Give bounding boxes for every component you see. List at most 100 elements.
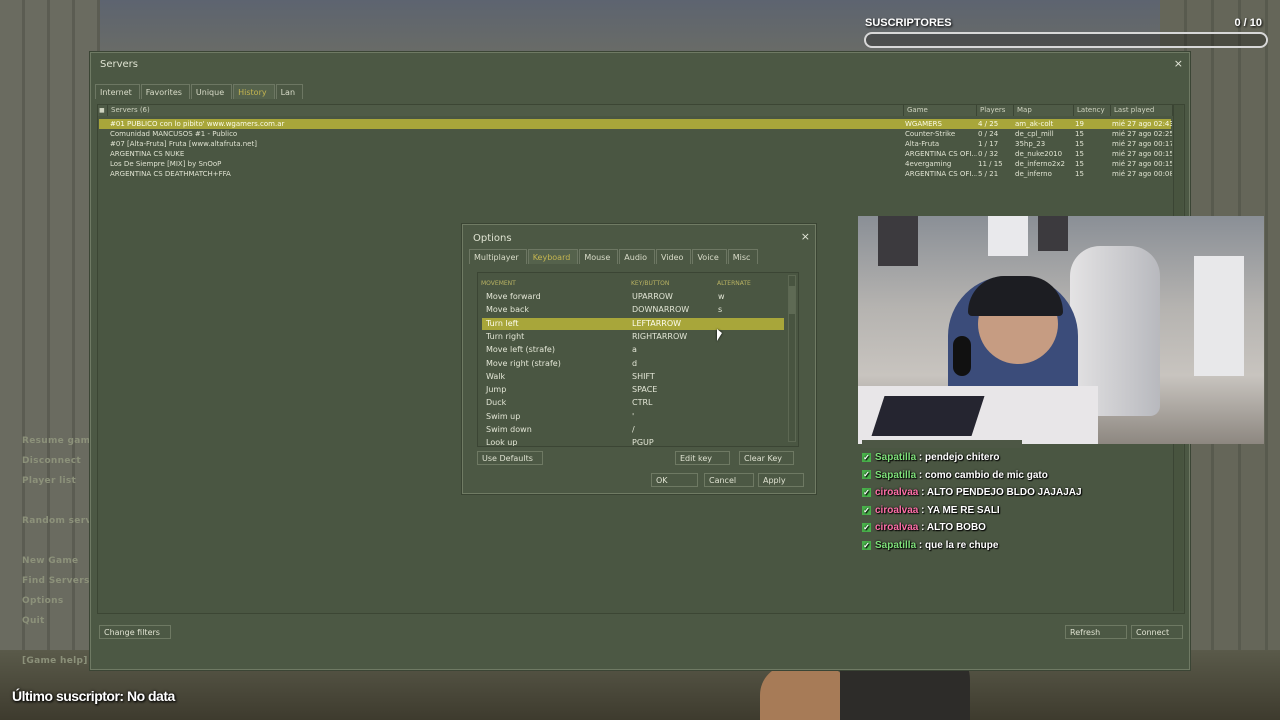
server-row[interactable]: #07 [Alta-Fruta] Fruta [www.altafruta.ne… [99, 139, 1172, 149]
tab-video[interactable]: Video [656, 249, 692, 264]
server-last-played: mié 27 ago 00:08 [1112, 170, 1172, 178]
chat-message: ✓ ciroalvaa : YA ME RE SALI [862, 505, 1000, 519]
server-row[interactable]: ARGENTINA CS NUKE ARGENTINA CS OFI... 0 / … [99, 149, 1172, 159]
menu-resume-game[interactable]: Resume game [22, 436, 97, 446]
menu-new-game[interactable]: New Game [22, 556, 78, 566]
change-filters-button[interactable]: Change filters [99, 625, 171, 639]
servers-close-icon[interactable]: × [1174, 57, 1183, 70]
connect-button[interactable]: Connect [1131, 625, 1183, 639]
key-binding-row[interactable]: Move left (strafe) a [482, 344, 784, 356]
column-header-servers[interactable]: Servers (6) [108, 105, 904, 116]
server-game: Counter-Strike [905, 130, 956, 138]
key-binding-row[interactable]: Move forward UPARROW w [482, 291, 784, 303]
server-latency: 15 [1075, 170, 1084, 178]
server-latency: 15 [1075, 130, 1084, 138]
server-name: #01 PUBLICO con lo pibito' www.wgamers.c… [110, 120, 285, 128]
server-name: Los De Siempre [MIX] by SnOoP [110, 160, 222, 168]
key-binding-row[interactable]: Walk SHIFT [482, 371, 784, 383]
cancel-button[interactable]: Cancel [704, 473, 754, 487]
server-row[interactable]: Comunidad MANCUSOS #1 - Publico Counter-S… [99, 129, 1172, 139]
menu-game-help[interactable]: [Game help] [22, 656, 88, 666]
clear-key-button[interactable]: Clear Key [739, 451, 794, 465]
binding-key: UPARROW [632, 292, 673, 301]
server-row[interactable]: ARGENTINA CS DEATHMATCH+FFA ARGENTINA CS … [99, 169, 1172, 179]
options-close-icon[interactable]: × [801, 230, 810, 243]
cabinet [1194, 256, 1244, 376]
menu-player-list[interactable]: Player list [22, 476, 76, 486]
apply-button[interactable]: Apply [758, 473, 804, 487]
key-binding-row[interactable]: Swim up ' [482, 411, 784, 423]
menu-disconnect[interactable]: Disconnect [22, 456, 81, 466]
binding-key: LEFTARROW [632, 318, 682, 328]
server-latency: 15 [1075, 160, 1084, 168]
chat-username: Sapatilla [875, 452, 917, 463]
menu-options[interactable]: Options [22, 596, 64, 606]
lock-column-header[interactable]: ■ [98, 105, 108, 116]
column-header-latency[interactable]: Latency [1074, 105, 1111, 116]
tab-keyboard[interactable]: Keyboard [527, 249, 579, 264]
tab-voice[interactable]: Voice [692, 249, 727, 264]
chat-text: pendejo chitero [925, 452, 1000, 463]
menu-find-servers[interactable]: Find Servers [22, 576, 90, 586]
wall-poster [1038, 216, 1068, 251]
server-last-played: mié 27 ago 02:43 [1112, 120, 1172, 128]
server-name: #07 [Alta-Fruta] Fruta [www.altafruta.ne… [110, 140, 257, 148]
key-binding-row[interactable]: Duck CTRL [482, 397, 784, 409]
key-binding-row[interactable]: Turn left LEFTARROW [482, 317, 784, 330]
chat-badge-icon: ✓ [862, 523, 871, 533]
options-dialog: Options × Multiplayer Keyboard Mouse Aud… [462, 224, 816, 494]
key-binding-row[interactable]: Look up PGUP [482, 437, 784, 446]
ok-button[interactable]: OK [651, 473, 698, 487]
server-game: 4evergaming [905, 160, 952, 168]
server-name: ARGENTINA CS NUKE [110, 150, 185, 158]
column-header-map[interactable]: Map [1014, 105, 1074, 116]
server-game: ARGENTINA CS OFI... [905, 150, 977, 158]
tab-multiplayer[interactable]: Multiplayer [469, 249, 527, 264]
server-row[interactable]: #01 PUBLICO con lo pibito' www.wgamers.c… [99, 119, 1172, 129]
binding-action: Swim down [486, 425, 532, 434]
key-binding-row[interactable]: Swim down / [482, 424, 784, 436]
key-binding-row[interactable]: Turn right RIGHTARROW [482, 331, 784, 343]
server-players: 1 / 17 [978, 140, 999, 148]
server-players: 4 / 25 [978, 120, 999, 128]
tab-misc[interactable]: Misc [727, 249, 759, 264]
tab-favorites[interactable]: Favorites [140, 84, 190, 99]
key-bindings-scrollbar[interactable] [788, 275, 796, 442]
menu-quit[interactable]: Quit [22, 616, 45, 626]
tab-audio[interactable]: Audio [619, 249, 656, 264]
chat-badge-icon: ✓ [862, 505, 871, 515]
options-tabs: Multiplayer Keyboard Mouse Audio Video V… [469, 249, 759, 264]
column-header-players[interactable]: Players [977, 105, 1014, 116]
use-defaults-button[interactable]: Use Defaults [477, 451, 543, 465]
server-row[interactable]: Los De Siempre [MIX] by SnOoP 4evergaming… [99, 159, 1172, 169]
chat-message: ✓ ciroalvaa : ALTO BOBO [862, 522, 986, 536]
key-binding-row[interactable]: Move back DOWNARROW s [482, 304, 784, 316]
player-hand [760, 665, 850, 720]
tab-lan[interactable]: Lan [275, 84, 304, 99]
options-title: Options [473, 233, 512, 244]
column-header-last-played[interactable]: Last played [1111, 105, 1173, 116]
binding-action: Move left (strafe) [486, 345, 555, 355]
subscribers-widget: SUSCRIPTORES 0 / 10 [862, 14, 1268, 48]
server-map: am_ak-colt [1015, 120, 1054, 128]
binding-action: Walk [486, 371, 506, 381]
chat-message: ✓ ciroalvaa : ALTO PENDEJO BLDO JAJAJAJ [862, 487, 1082, 501]
scrollbar-thumb[interactable] [789, 286, 795, 314]
edit-key-button[interactable]: Edit key [675, 451, 730, 465]
key-binding-row[interactable]: Move right (strafe) d [482, 358, 784, 370]
chat-separator: : [918, 487, 927, 499]
binding-action: Move right (strafe) [486, 358, 561, 368]
tab-history[interactable]: History [233, 84, 275, 99]
subscribers-progress-bar [864, 32, 1268, 48]
chat-separator: : [916, 540, 926, 551]
header-alternate: ALTERNATE [717, 280, 751, 287]
key-bindings-list: MOVEMENT KEY/BUTTON ALTERNATE Move forwa… [477, 272, 799, 447]
refresh-button[interactable]: Refresh [1065, 625, 1127, 639]
tab-internet[interactable]: Internet [95, 84, 140, 99]
column-header-game[interactable]: Game [904, 105, 977, 116]
server-last-played: mié 27 ago 00:17 [1112, 140, 1172, 148]
key-binding-row[interactable]: Jump SPACE [482, 384, 784, 396]
servers-window-title: Servers [100, 59, 139, 70]
tab-mouse[interactable]: Mouse [579, 249, 619, 264]
tab-unique[interactable]: Unique [190, 84, 233, 99]
